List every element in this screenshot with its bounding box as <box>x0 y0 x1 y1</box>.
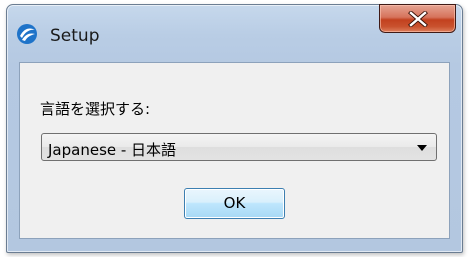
chevron-down-icon <box>417 145 427 151</box>
setup-window: Setup 言語を選択する: Japanese - 日本語 OK <box>6 4 463 253</box>
close-icon <box>408 11 428 27</box>
ok-button-label: OK <box>223 194 246 212</box>
title-bar[interactable]: Setup <box>7 4 462 55</box>
ok-button[interactable]: OK <box>184 188 285 219</box>
close-button[interactable] <box>379 4 456 33</box>
setup-app-icon <box>16 23 38 45</box>
window-title: Setup <box>50 26 100 46</box>
language-select-value: Japanese - 日本語 <box>48 141 177 159</box>
language-select[interactable]: Japanese - 日本語 <box>41 133 437 161</box>
dialog-body: 言語を選択する: Japanese - 日本語 OK <box>19 62 450 239</box>
language-prompt: 言語を選択する: <box>40 100 151 118</box>
